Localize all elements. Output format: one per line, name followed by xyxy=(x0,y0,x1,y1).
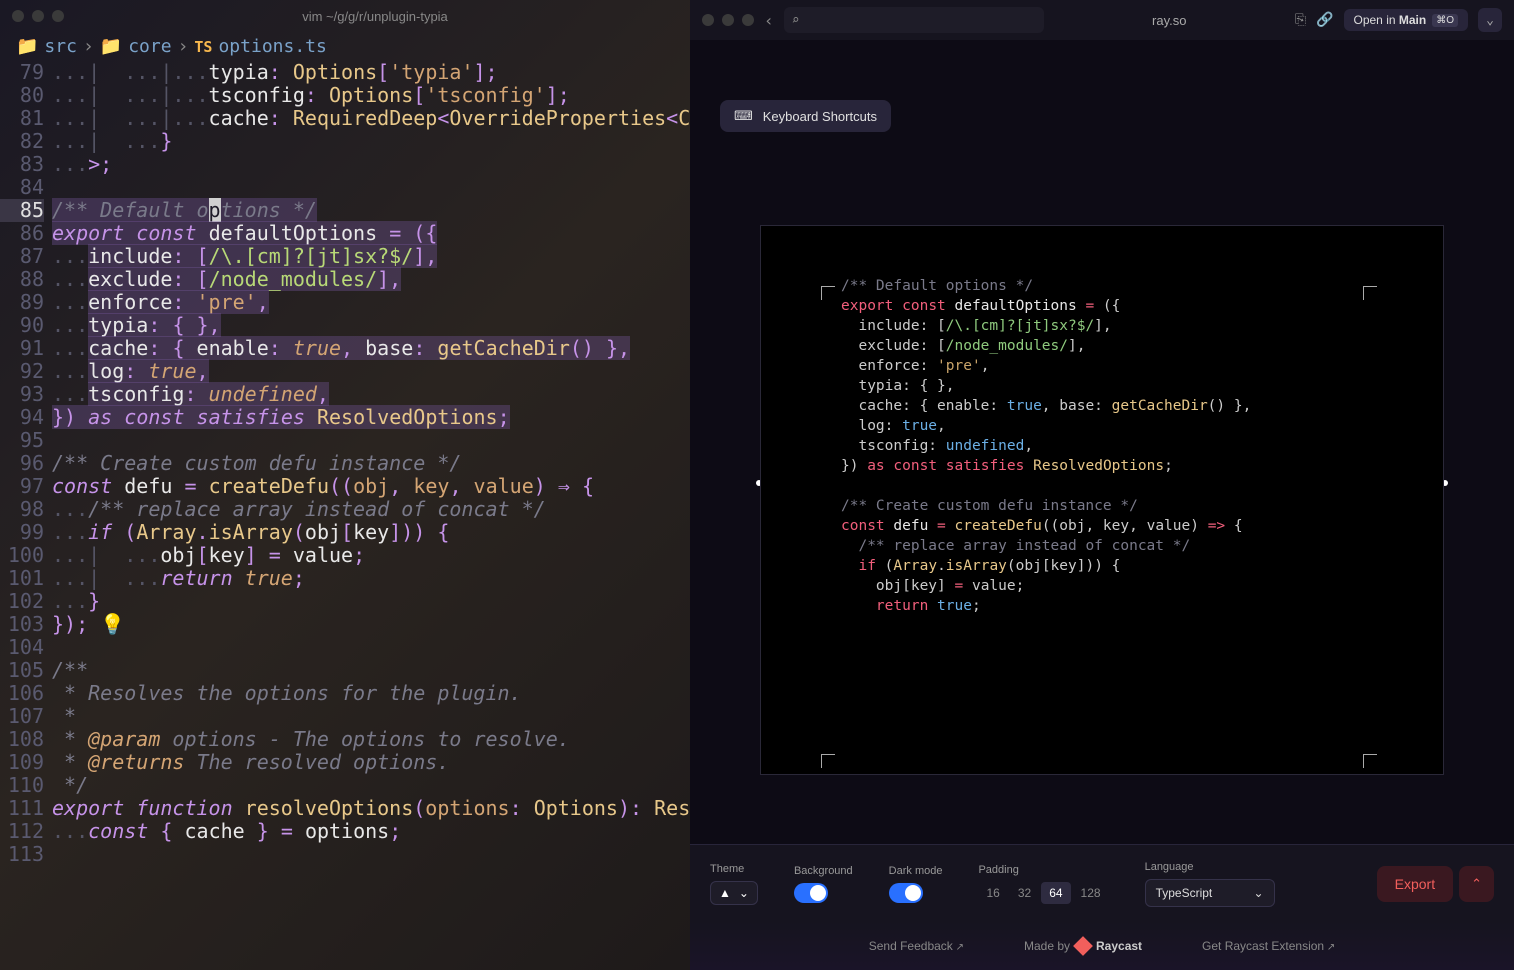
extension-icon[interactable]: ⎘ xyxy=(1295,12,1306,28)
breadcrumb-file[interactable]: options.ts xyxy=(218,36,326,57)
folder-icon: 📁 xyxy=(100,36,122,57)
code-content[interactable]: ...| ...|...typia: Options['typia'];...|… xyxy=(52,61,690,866)
padding-option-16[interactable]: 16 xyxy=(978,882,1007,904)
back-button[interactable]: ‹ xyxy=(764,11,774,30)
darkmode-control: Dark mode xyxy=(889,865,943,903)
ray-code-content[interactable]: /** Default options */ export const defa… xyxy=(841,276,1363,616)
chevron-down-icon: ⌄ xyxy=(739,886,749,900)
chevron-down-icon[interactable]: ⌄ xyxy=(1478,8,1502,32)
traffic-lights xyxy=(702,14,754,26)
code-card[interactable]: /** Default options */ export const defa… xyxy=(760,225,1444,775)
minimize-icon[interactable] xyxy=(722,14,734,26)
breadcrumb: 📁 src › 📁 core › TS options.ts xyxy=(0,32,690,61)
breadcrumb-src[interactable]: src xyxy=(44,36,77,57)
padding-option-128[interactable]: 128 xyxy=(1073,882,1109,904)
kbd-shortcut: ⌘O xyxy=(1432,14,1458,27)
open-in-main-button[interactable]: Open in Main ⌘O xyxy=(1344,9,1469,31)
code-image-canvas[interactable]: /** Default options */ export const defa… xyxy=(760,225,1444,735)
rayso-canvas-area: ⌨ Keyboard Shortcuts /** Default options… xyxy=(690,40,1514,844)
darkmode-toggle[interactable] xyxy=(889,883,923,903)
minimize-icon[interactable] xyxy=(32,10,44,22)
chevron-down-icon: ⌄ xyxy=(1254,886,1264,900)
keyboard-shortcuts-button[interactable]: ⌨ Keyboard Shortcuts xyxy=(720,100,891,132)
vim-titlebar: vim ~/g/g/r/unplugin-typia xyxy=(0,0,690,32)
theme-label: Theme xyxy=(710,863,758,875)
corner-mark-icon xyxy=(1363,754,1383,774)
kb-label: Keyboard Shortcuts xyxy=(763,109,877,124)
language-control: Language TypeScript ⌄ xyxy=(1145,861,1275,907)
padding-option-32[interactable]: 32 xyxy=(1010,882,1039,904)
window-title: vim ~/g/g/r/unplugin-typia xyxy=(72,9,678,24)
maximize-icon[interactable] xyxy=(52,10,64,22)
code-editor[interactable]: 7980818283848586878889909192939495969798… xyxy=(0,61,690,866)
keyboard-icon: ⌨ xyxy=(734,108,753,124)
search-icon: ⌕ xyxy=(792,13,800,28)
send-feedback-link[interactable]: Send Feedback xyxy=(869,939,964,953)
corner-mark-icon xyxy=(1363,286,1383,306)
theme-swatch-icon: ▲ xyxy=(719,886,731,900)
url-bar[interactable]: ⌕ xyxy=(784,7,1044,33)
vim-window: vim ~/g/g/r/unplugin-typia 📁 src › 📁 cor… xyxy=(0,0,690,970)
export-more-button[interactable]: ⌃ xyxy=(1459,866,1494,902)
background-toggle[interactable] xyxy=(794,883,828,903)
padding-option-64[interactable]: 64 xyxy=(1041,882,1070,904)
made-by-raycast[interactable]: Made by Raycast xyxy=(1024,939,1142,953)
chevron-right-icon: › xyxy=(178,36,189,57)
corner-mark-icon xyxy=(821,754,841,774)
browser-titlebar: ‹ ⌕ ray.so ⎘ 🔗 Open in Main ⌘O ⌄ xyxy=(690,0,1514,40)
controls-bar: Theme ▲ ⌄ Background Dark mode Padding 1… xyxy=(690,844,1514,922)
rayso-window: ‹ ⌕ ray.so ⎘ 🔗 Open in Main ⌘O ⌄ ⌨ Keybo… xyxy=(690,0,1514,970)
footer: Send Feedback Made by Raycast Get Raycas… xyxy=(690,922,1514,970)
lang-value: TypeScript xyxy=(1156,886,1213,900)
open-main-label: Open in Main xyxy=(1354,13,1427,27)
dark-label: Dark mode xyxy=(889,865,943,877)
traffic-lights xyxy=(12,10,64,22)
padding-options: 163264128 xyxy=(978,882,1108,904)
padding-label: Padding xyxy=(978,864,1108,876)
line-number-gutter: 7980818283848586878889909192939495969798… xyxy=(0,61,52,866)
lang-label: Language xyxy=(1145,861,1275,873)
get-extension-link[interactable]: Get Raycast Extension xyxy=(1202,939,1335,953)
link-icon[interactable]: 🔗 xyxy=(1316,12,1333,28)
export-button[interactable]: Export xyxy=(1377,866,1453,902)
theme-control: Theme ▲ ⌄ xyxy=(710,863,758,905)
maximize-icon[interactable] xyxy=(742,14,754,26)
close-icon[interactable] xyxy=(12,10,24,22)
folder-icon: 📁 xyxy=(16,36,38,57)
corner-mark-icon xyxy=(821,286,841,306)
brand-name: Raycast xyxy=(1096,939,1142,953)
bg-label: Background xyxy=(794,865,853,877)
typescript-icon: TS xyxy=(194,38,212,56)
language-select[interactable]: TypeScript ⌄ xyxy=(1145,879,1275,907)
raycast-logo-icon xyxy=(1073,936,1093,956)
close-icon[interactable] xyxy=(702,14,714,26)
background-control: Background xyxy=(794,865,853,903)
padding-control: Padding 163264128 xyxy=(978,864,1108,904)
page-host: ray.so xyxy=(1054,13,1285,28)
export-group: Export ⌃ xyxy=(1377,866,1494,902)
theme-select[interactable]: ▲ ⌄ xyxy=(710,881,758,905)
made-by-label: Made by xyxy=(1024,939,1070,953)
breadcrumb-core[interactable]: core xyxy=(128,36,171,57)
chevron-right-icon: › xyxy=(83,36,94,57)
